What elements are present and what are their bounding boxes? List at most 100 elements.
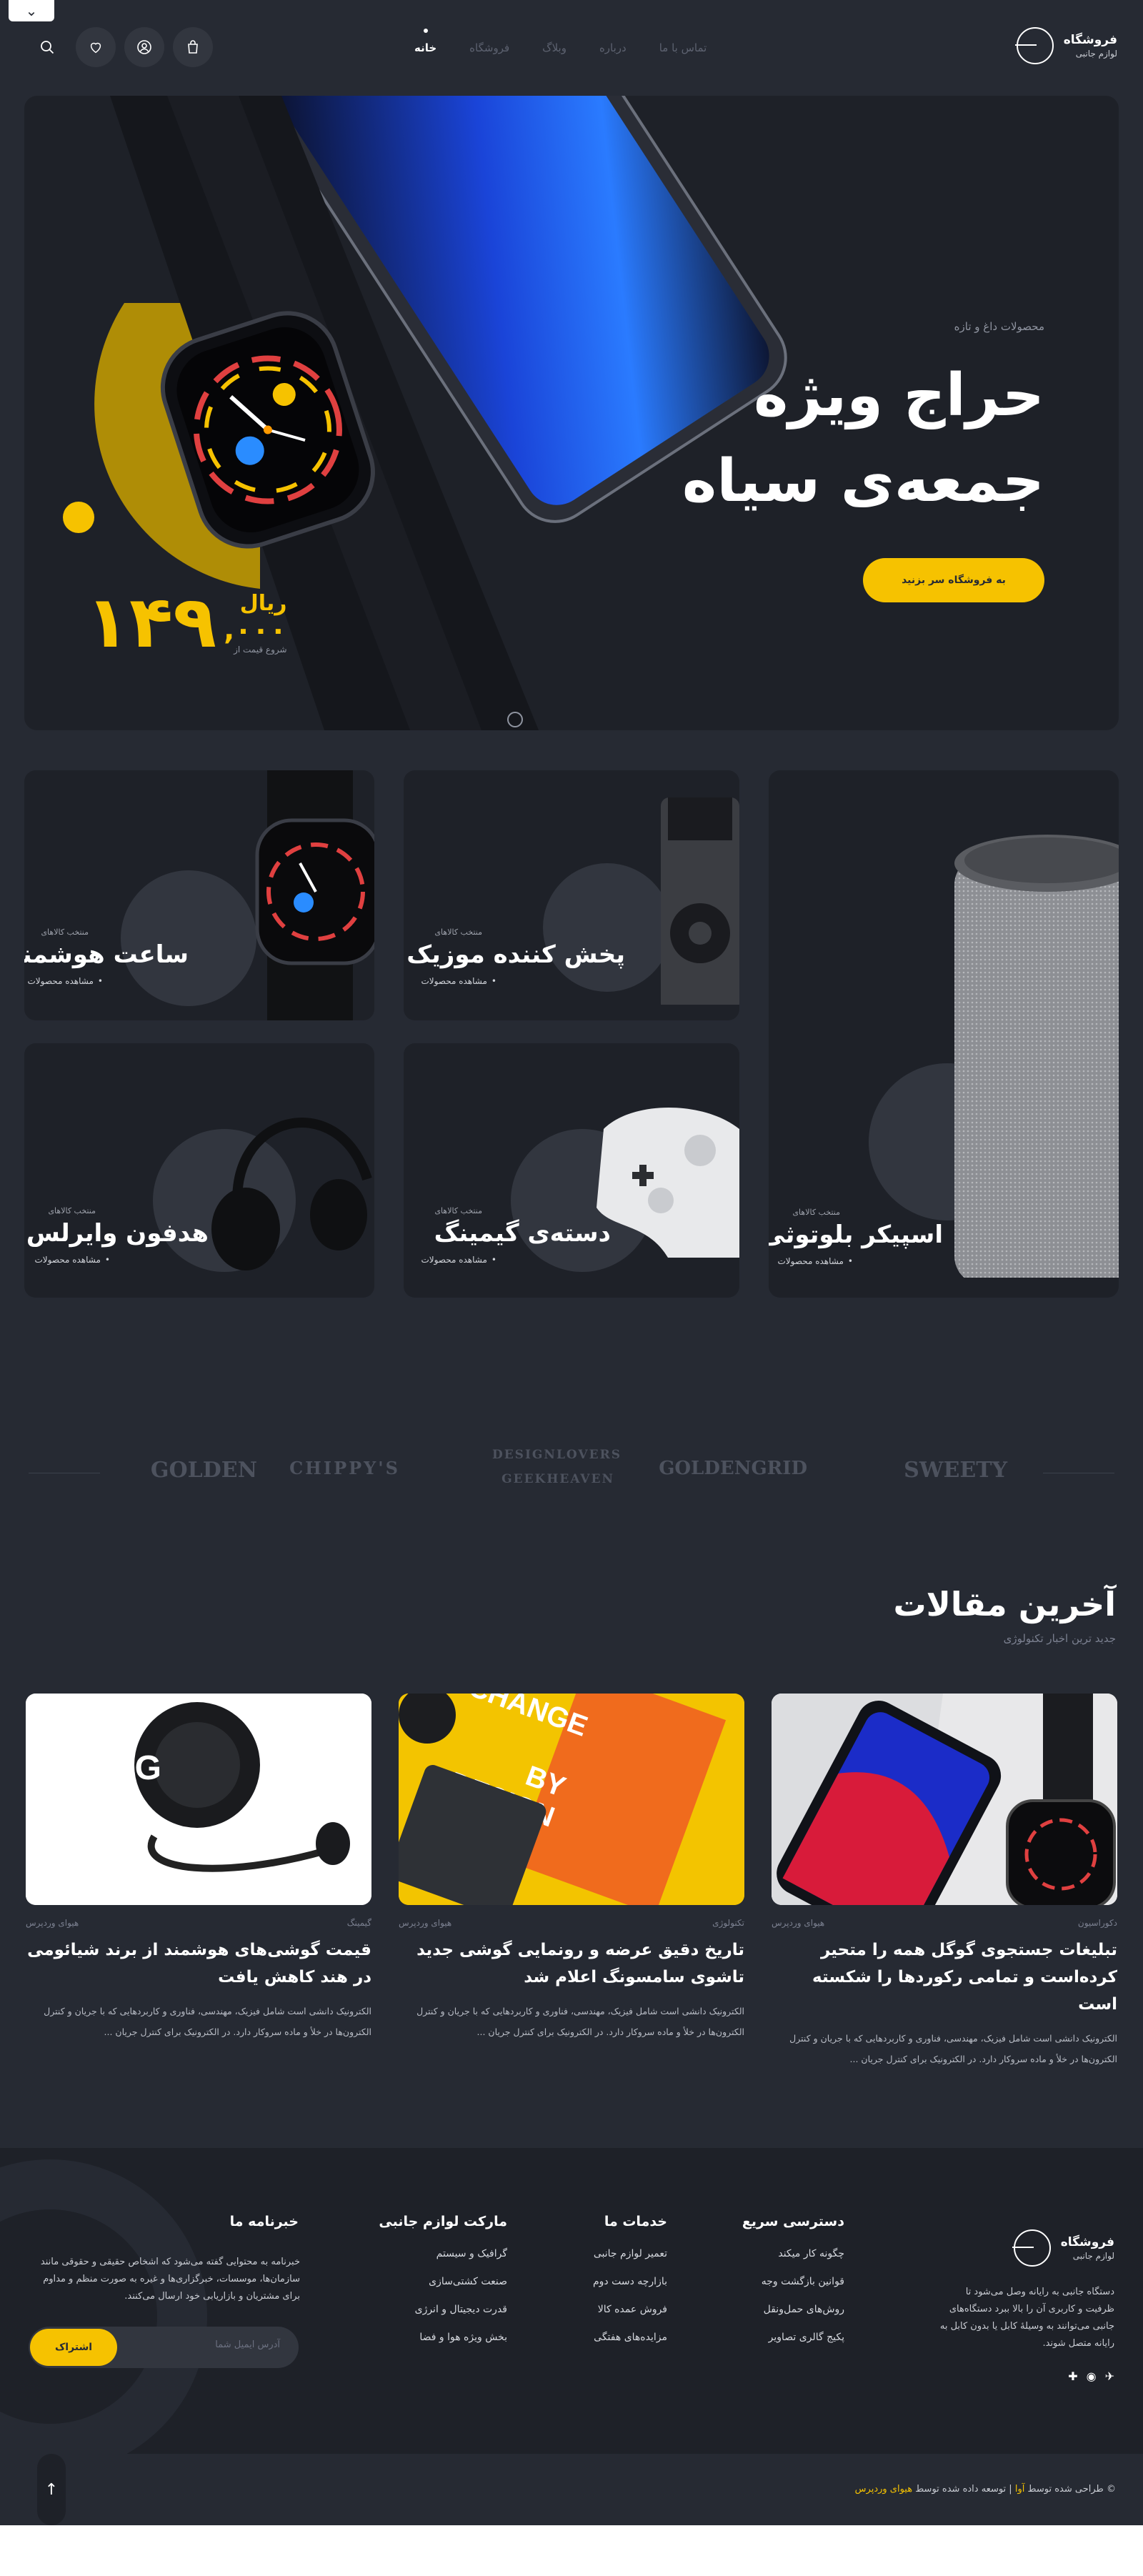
footer-link[interactable]: گرافیک و سیستم xyxy=(379,2248,507,2259)
copyright-brand[interactable]: آوا xyxy=(1015,2484,1025,2495)
article-image[interactable] xyxy=(772,1694,1117,1905)
footer-link[interactable]: مزایده‌های هفتگی xyxy=(593,2332,667,2343)
card-title: دسته‌ی گیمینگ xyxy=(434,1219,611,1248)
footer-newsletter-heading: خبرنامه ما xyxy=(230,2214,299,2248)
article-excerpt: الکترونیک دانشی است شامل فیزیک، مهندسی، … xyxy=(789,2033,1117,2064)
cart-button[interactable] xyxy=(173,27,213,67)
category-card-smartwatch[interactable]: منتخب کالاهای ساعت هوشمند مشاهده محصولات xyxy=(24,770,374,1020)
site-footer: فروشگاه لوازم جانبی دستگاه جانبی به رایا… xyxy=(0,2148,1143,2454)
article-category[interactable]: گیمینگ xyxy=(347,1918,371,1928)
footer-link[interactable]: روش‌های حمل‌ونقل xyxy=(742,2304,844,2315)
footer-link[interactable]: قوانین بازگشت وجه xyxy=(742,2276,844,2287)
wishlist-button[interactable] xyxy=(76,27,116,67)
category-card-gamepad[interactable]: منتخب کالاهای دسته‌ی گیمینگ مشاهده محصول… xyxy=(404,1043,739,1298)
footer-logo[interactable]: فروشگاه لوازم جانبی xyxy=(1012,2229,1114,2267)
hero-title-line2: جمعه‌ی سیاه xyxy=(682,447,1045,515)
headphones-photo: AKG xyxy=(26,1694,371,1905)
footer-about: دستگاه جانبی به رایانه وصل می‌شود تا ظرف… xyxy=(939,2287,1114,2349)
card-title: هدفون وایرلس xyxy=(26,1219,209,1248)
footer-column-quick-access: دسترسی سریع چگونه کار میکند قوانین بازگش… xyxy=(742,2214,844,2359)
nav-home[interactable]: خانه xyxy=(414,29,436,54)
footer-link[interactable]: پکیج گالری تصاویر xyxy=(742,2332,844,2343)
bag-icon xyxy=(188,40,198,54)
copyright-prefix: © طراحی شده توسط xyxy=(1027,2484,1117,2495)
email-input[interactable]: آدرس ایمیل شما xyxy=(215,2339,280,2350)
hero-title: حراج ویژه جمعه‌ی سیاه xyxy=(682,353,1045,524)
article-category[interactable]: تکنولوژی xyxy=(712,1918,744,1928)
footer-link[interactable]: بخش ویژه هوا و فضا xyxy=(379,2332,507,2343)
card-link[interactable]: مشاهده محصولات xyxy=(34,1255,110,1265)
footer-column-title: مارکت لوازم جانبی xyxy=(379,2214,507,2229)
brand-logos: SWEETY GOLDENGRID DESIGNLOVERS GEEKHEAVE… xyxy=(29,1448,1114,1498)
article-author[interactable]: هیوای وردپرس xyxy=(26,1918,79,1928)
footer-link[interactable]: فروش عمده کالا xyxy=(593,2304,667,2315)
user-icon xyxy=(137,40,151,54)
article-excerpt: الکترونیک دانشی است شامل فیزیک، مهندسی، … xyxy=(416,2006,744,2037)
copyright-mid: | توسعه داده شده توسط xyxy=(915,2484,1012,2495)
nav-about[interactable]: درباره xyxy=(599,41,627,54)
scroll-to-top-button[interactable]: ↑ xyxy=(37,2454,66,2525)
site-logo[interactable]: فروشگاه لوازم جانبی xyxy=(1014,27,1117,64)
shop-now-button[interactable]: به فروشگاه سر بزنید xyxy=(863,558,1044,602)
article-title[interactable]: تبلیغات جستجوی گوگل همه را متحیر کرده‌اس… xyxy=(772,1936,1117,2018)
github-icon[interactable]: ◉ xyxy=(1087,2369,1097,2383)
category-card-music-player[interactable]: منتخب کالاهای پخش کننده موزیک مشاهده محص… xyxy=(404,770,739,1020)
headphones-image xyxy=(211,1118,372,1270)
card-kicker: منتخب کالاهای xyxy=(792,1208,840,1217)
footer-link[interactable]: چگونه کار میکند xyxy=(742,2248,844,2259)
brand-logo-chippys[interactable]: CHIPPY'S xyxy=(289,1458,400,1478)
article-category[interactable]: دکوراسیون xyxy=(1078,1918,1117,1928)
footer-column-title: دسترسی سریع xyxy=(742,2214,844,2229)
slack-icon[interactable]: ✚ xyxy=(1068,2369,1077,2383)
article-excerpt: الکترونیک دانشی است شامل فیزیک، مهندسی، … xyxy=(44,2006,371,2037)
nav-blog[interactable]: وبلاگ xyxy=(542,41,566,54)
card-link[interactable]: مشاهده محصولات xyxy=(27,976,103,986)
article-author[interactable]: هیوای وردپرس xyxy=(399,1918,451,1928)
nav-shop[interactable]: فروشگاه xyxy=(469,41,509,54)
slider-dot[interactable] xyxy=(507,712,523,727)
footer-logo-title: فروشگاه xyxy=(1060,2235,1114,2249)
category-card-headphones[interactable]: منتخب کالاهای هدفون وایرلس مشاهده محصولا… xyxy=(24,1043,374,1298)
footer-link[interactable]: بازارچه دست دوم xyxy=(593,2276,667,2287)
card-link[interactable]: مشاهده محصولات xyxy=(777,1256,853,1266)
brand-logo-designlovers[interactable]: DESIGNLOVERS xyxy=(492,1448,622,1462)
article-card[interactable]: AKG گیمینگ هیوای وردپرس قیمت گوشی‌های هوش… xyxy=(26,1694,371,2042)
article-meta: دکوراسیون هیوای وردپرس xyxy=(772,1918,1117,1928)
account-button[interactable] xyxy=(124,27,164,67)
article-card[interactable]: CHANGEBYDESIGN تکنولوژی هیوای وردپرس تاری… xyxy=(399,1694,744,2042)
smartwatch-image xyxy=(255,770,374,1020)
brand-logo-geekheaven[interactable]: GEEKHEAVEN xyxy=(501,1472,614,1486)
logo-mark-icon xyxy=(1012,2229,1051,2267)
article-image[interactable]: CHANGEBYDESIGN xyxy=(399,1694,744,1905)
footer-link[interactable]: تعمیر لوازم جانبی xyxy=(593,2248,667,2259)
main-nav: خانه فروشگاه وبلاگ درباره تماس با ما xyxy=(414,29,707,54)
brand-logo-goldengrid[interactable]: GOLDENGRID xyxy=(659,1458,807,1479)
article-image[interactable]: AKG xyxy=(26,1694,371,1905)
search-button[interactable] xyxy=(27,27,67,67)
card-kicker: منتخب کالاهای xyxy=(41,928,89,937)
copyright-dev[interactable]: هیوای وردپرس xyxy=(855,2484,912,2495)
brand-logo-sweety[interactable]: SWEETY xyxy=(904,1458,1007,1483)
speaker-image xyxy=(954,835,1119,1278)
footer-link[interactable]: صنعت کشتی‌سازی xyxy=(379,2276,507,2287)
category-card-speaker[interactable]: منتخب کالاهای اسپیکر بلوتوثی مشاهده محصو… xyxy=(769,770,1119,1298)
articles-title: آخرین مقالات xyxy=(893,1585,1116,1623)
card-link[interactable]: مشاهده محصولات xyxy=(421,976,496,986)
nav-contact[interactable]: تماس با ما xyxy=(659,41,707,54)
subscribe-button[interactable]: اشتراک xyxy=(30,2329,117,2366)
card-link[interactable]: مشاهده محصولات xyxy=(421,1255,496,1265)
toggle-top-button[interactable]: ⌄ xyxy=(9,0,54,21)
telegram-icon[interactable]: ✈ xyxy=(1105,2369,1114,2383)
article-title[interactable]: تاریخ دقیق عرضه و رونمایی گوشی جدید تاشو… xyxy=(399,1936,744,1991)
page-bottom-blank xyxy=(0,2525,1143,2576)
book-photo: CHANGEBYDESIGN xyxy=(399,1694,744,1905)
header-actions xyxy=(27,27,213,67)
footer-link[interactable]: قدرت دیجیتال و انرژی xyxy=(379,2304,507,2315)
card-kicker: منتخب کالاهای xyxy=(434,928,482,937)
article-card[interactable]: دکوراسیون هیوای وردپرس تبلیغات جستجوی گوگ… xyxy=(772,1694,1117,2069)
article-title[interactable]: قیمت گوشی‌های هوشمند از برند شیائومی در … xyxy=(26,1936,371,1991)
svg-text:AKG: AKG xyxy=(85,1749,161,1787)
article-meta: گیمینگ هیوای وردپرس xyxy=(26,1918,371,1928)
article-author[interactable]: هیوای وردپرس xyxy=(772,1918,824,1928)
brand-logo-golden[interactable]: GOLDEN xyxy=(151,1458,257,1483)
